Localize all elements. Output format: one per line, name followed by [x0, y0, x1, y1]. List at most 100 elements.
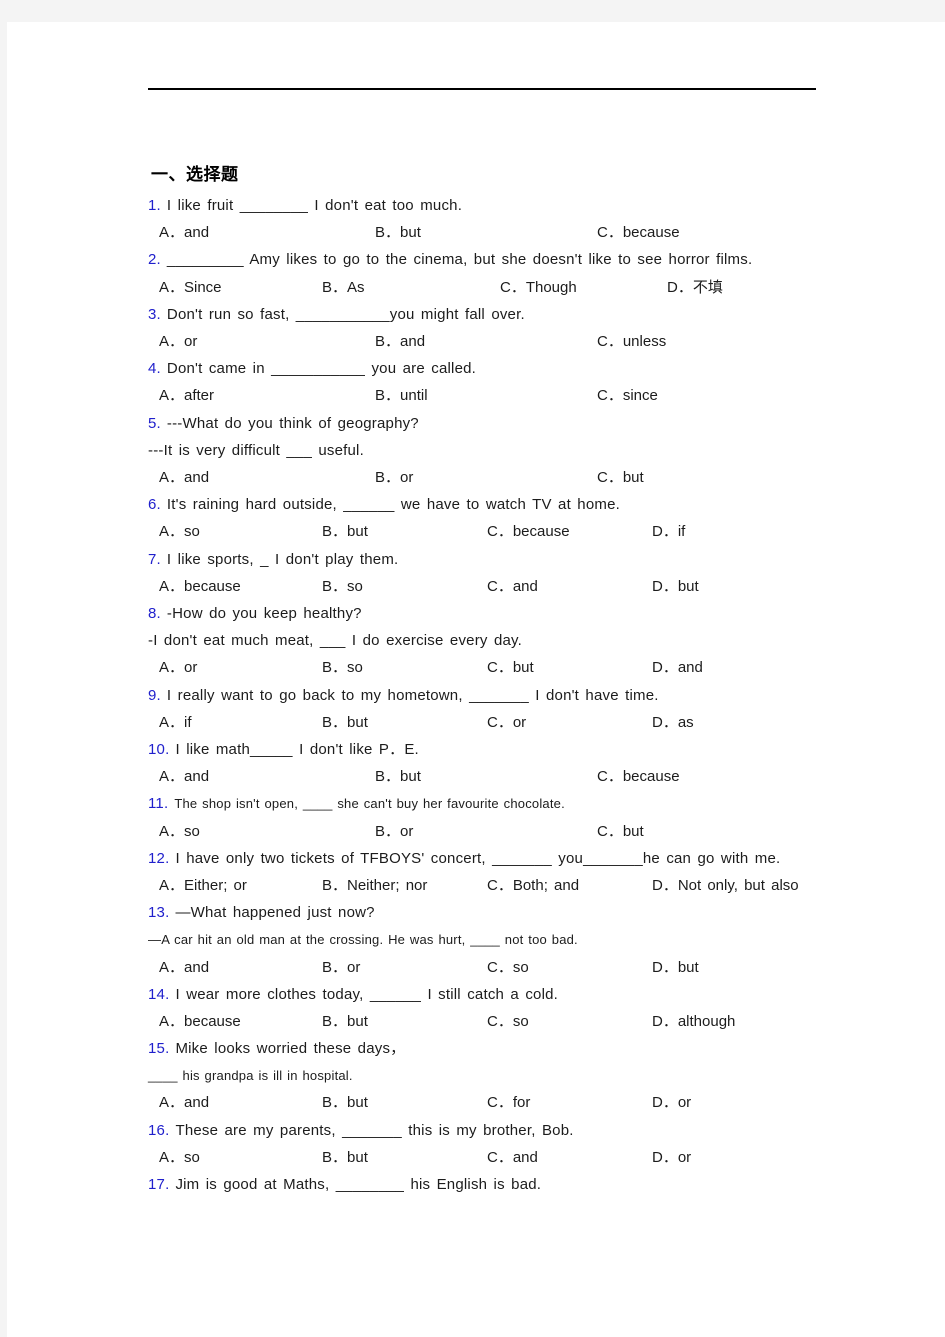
- option-choice[interactable]: B．or: [375, 818, 413, 845]
- question-text: It's raining hard outside, ______ we hav…: [166, 496, 620, 514]
- option-choice[interactable]: C．so: [487, 954, 529, 981]
- option-choice[interactable]: B．but: [322, 1144, 368, 1171]
- question-item: 5. ---What do you think of geography? ---I…: [148, 410, 888, 492]
- option-choice[interactable]: B．but: [375, 763, 421, 790]
- option-row: A．so B．but C．because D．if: [148, 518, 888, 545]
- option-choice[interactable]: C．Both; and: [487, 872, 579, 899]
- option-choice[interactable]: A．and: [159, 1089, 209, 1116]
- option-choice[interactable]: D．but: [652, 573, 699, 600]
- option-choice[interactable]: D．as: [652, 709, 694, 736]
- question-stem: 10. I like math_____ I don't like P．E.: [148, 736, 888, 763]
- option-choice[interactable]: C．and: [487, 573, 538, 600]
- option-choice[interactable]: D．but: [652, 954, 699, 981]
- option-choice[interactable]: B．until: [375, 382, 428, 409]
- option-choice[interactable]: A．and: [159, 219, 209, 246]
- question-item: 14. I wear more clothes today, ______ I s…: [148, 981, 888, 1035]
- question-item: 4. Don't came in ___________ you are call…: [148, 355, 888, 409]
- option-choice[interactable]: C．but: [487, 654, 534, 681]
- option-choice[interactable]: B．but: [322, 1089, 368, 1116]
- question-item: 12. I have only two tickets of TFBOYS' co…: [148, 845, 888, 899]
- option-choice[interactable]: D．Not only, but also: [652, 872, 799, 899]
- question-item: 1. I like fruit ________ I don't eat too …: [148, 192, 888, 246]
- question-stem: 7. I like sports, _ I don't play them.: [148, 546, 888, 573]
- option-choice[interactable]: C．unless: [597, 328, 666, 355]
- option-choice[interactable]: A．because: [159, 1008, 241, 1035]
- option-choice[interactable]: A．and: [159, 954, 209, 981]
- question-stem: 11. The shop isn't open, ____ she can't b…: [148, 790, 888, 817]
- option-choice[interactable]: B．but: [322, 1008, 368, 1035]
- question-number: 10.: [148, 740, 170, 758]
- question-number: 7.: [148, 550, 161, 568]
- option-choice[interactable]: D．although: [652, 1008, 735, 1035]
- option-choice[interactable]: C．because: [487, 518, 570, 545]
- option-choice[interactable]: C．because: [597, 219, 680, 246]
- question-number: 4.: [148, 360, 161, 378]
- option-choice[interactable]: C．Though: [500, 274, 577, 301]
- option-row: A．Either; or B．Neither; nor C．Both; and D．N…: [148, 872, 888, 899]
- option-choice[interactable]: B．and: [375, 328, 425, 355]
- option-choice[interactable]: C．for: [487, 1089, 530, 1116]
- question-item: 7. I like sports, _ I don't play them. A．b…: [148, 546, 888, 600]
- option-choice[interactable]: B．so: [322, 654, 363, 681]
- option-row: A．so B．but C．and D．or: [148, 1144, 888, 1171]
- option-choice[interactable]: B．but: [322, 709, 368, 736]
- option-row: A．Since B．As C．Though D．不填: [148, 274, 888, 301]
- question-item: 11. The shop isn't open, ____ she can't b…: [148, 790, 888, 844]
- question-number: 13.: [148, 904, 170, 922]
- option-choice[interactable]: A．so: [159, 518, 200, 545]
- question-stem: 1. I like fruit ________ I don't eat too …: [148, 192, 888, 219]
- question-stem: 8. -How do you keep healthy?: [148, 600, 888, 627]
- question-item: 9. I really want to go back to my hometow…: [148, 682, 888, 736]
- option-choice[interactable]: C．and: [487, 1144, 538, 1171]
- option-choice[interactable]: C．or: [487, 709, 526, 736]
- question-text-continued: —A car hit an old man at the crossing. H…: [148, 932, 578, 948]
- option-choice[interactable]: D．and: [652, 654, 703, 681]
- option-choice[interactable]: B．As: [322, 274, 365, 301]
- question-item: 3. Don't run so fast, ___________you migh…: [148, 301, 888, 355]
- option-choice[interactable]: B．or: [375, 464, 413, 491]
- option-choice[interactable]: A．and: [159, 763, 209, 790]
- option-row: A．after B．until C．since: [148, 382, 888, 409]
- question-stem-continued: ---It is very difficult ___ useful.: [148, 437, 888, 464]
- option-choice[interactable]: A．after: [159, 382, 214, 409]
- question-number: 12.: [148, 849, 170, 867]
- option-choice[interactable]: C．because: [597, 763, 680, 790]
- option-choice[interactable]: D．or: [652, 1144, 691, 1171]
- option-choice[interactable]: C．but: [597, 818, 644, 845]
- question-text: The shop isn't open, ____ she can't buy …: [174, 796, 565, 812]
- option-choice[interactable]: A．or: [159, 328, 197, 355]
- question-text: _________ Amy likes to go to the cinema,…: [166, 251, 753, 269]
- option-choice[interactable]: A．or: [159, 654, 197, 681]
- question-text: I like math_____ I don't like P．E.: [175, 740, 419, 758]
- question-stem: 5. ---What do you think of geography?: [148, 410, 888, 437]
- option-choice[interactable]: A．so: [159, 1144, 200, 1171]
- option-choice[interactable]: A．so: [159, 818, 200, 845]
- question-text: -How do you keep healthy?: [166, 604, 362, 622]
- option-choice[interactable]: A．because: [159, 573, 241, 600]
- option-choice[interactable]: B．but: [375, 219, 421, 246]
- question-stem-continued: ____ his grandpa is ill in hospital.: [148, 1062, 888, 1089]
- option-choice[interactable]: A．and: [159, 464, 209, 491]
- question-number: 14.: [148, 985, 170, 1003]
- option-choice[interactable]: D．if: [652, 518, 685, 545]
- option-choice[interactable]: D．不填: [667, 274, 723, 301]
- option-choice[interactable]: B．so: [322, 573, 363, 600]
- option-choice[interactable]: D．or: [652, 1089, 691, 1116]
- option-choice[interactable]: A．Either; or: [159, 872, 247, 899]
- option-choice[interactable]: C．but: [597, 464, 644, 491]
- option-row: A．because B．so C．and D．but: [148, 573, 888, 600]
- question-item: 2. _________ Amy likes to go to the cinem…: [148, 246, 888, 300]
- option-choice[interactable]: B．but: [322, 518, 368, 545]
- option-choice[interactable]: C．since: [597, 382, 658, 409]
- question-text: ---What do you think of geography?: [166, 414, 419, 432]
- option-choice[interactable]: C．so: [487, 1008, 529, 1035]
- option-choice[interactable]: B．Neither; nor: [322, 872, 427, 899]
- question-stem: 4. Don't came in ___________ you are call…: [148, 355, 888, 382]
- option-choice[interactable]: A．Since: [159, 274, 222, 301]
- question-item: 6. It's raining hard outside, ______ we h…: [148, 491, 888, 545]
- question-number: 17.: [148, 1176, 170, 1194]
- question-stem: 2. _________ Amy likes to go to the cinem…: [148, 246, 888, 273]
- question-item: 8. -How do you keep healthy? -I don't eat …: [148, 600, 888, 682]
- option-choice[interactable]: B．or: [322, 954, 360, 981]
- option-choice[interactable]: A．if: [159, 709, 192, 736]
